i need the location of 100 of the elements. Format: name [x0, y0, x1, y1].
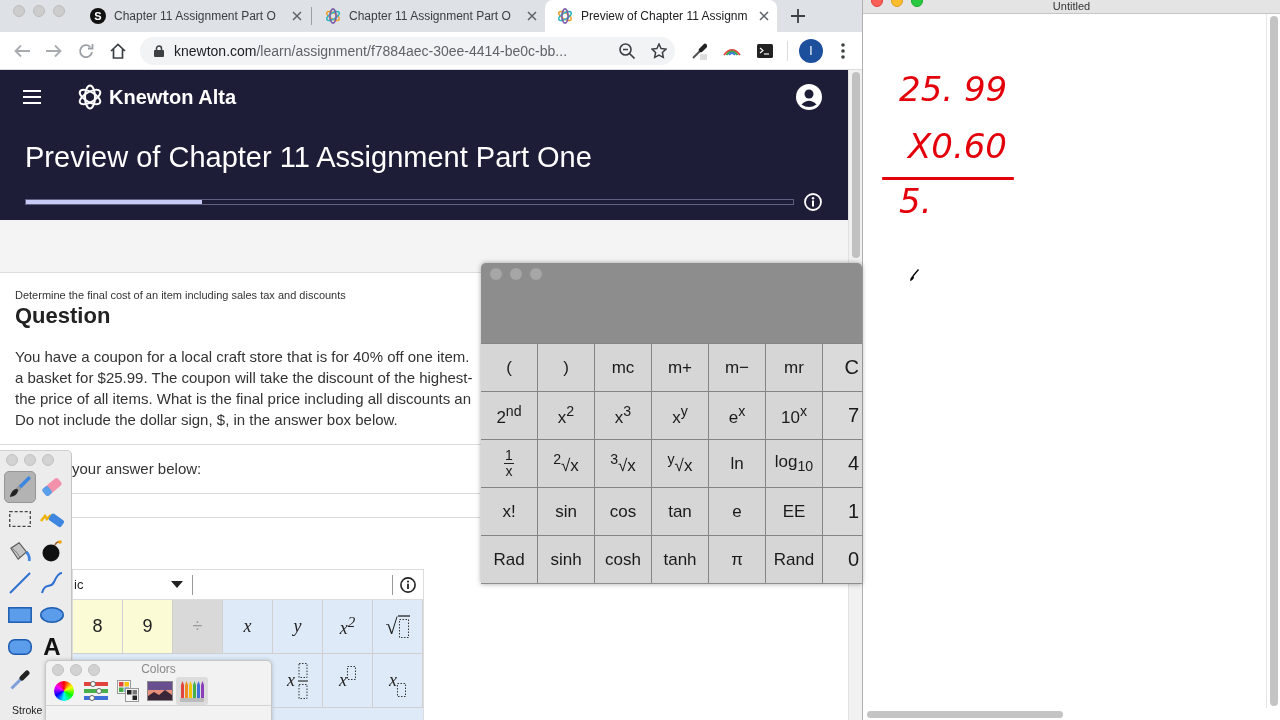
landscape-image-icon: [147, 681, 173, 701]
brush-icon: [9, 476, 31, 498]
rounded-rectangle-icon: [8, 639, 32, 655]
paint-bucket-icon: [9, 540, 31, 562]
terminal-icon[interactable]: [757, 43, 773, 58]
calculator-key[interactable]: x$^{y}$: [652, 391, 709, 439]
question-text: a basket for $25.99. The coupon will take the discount of the highest-: [15, 368, 473, 388]
user-account-icon[interactable]: [796, 84, 822, 110]
calculator-key[interactable]: EE: [766, 487, 823, 535]
address-bar[interactable]: knewton.com/learn/assignment/f7884aec-30ee-4414-be0c-bb...: [140, 36, 675, 65]
calculator-key[interactable]: Rand: [766, 535, 823, 583]
browser-tab[interactable]: S Chapter 11 Assignment Part O: [78, 0, 310, 32]
keypad-key[interactable]: x: [373, 654, 423, 708]
close-icon[interactable]: [527, 11, 537, 21]
calculator-key[interactable]: 0: [823, 535, 862, 583]
calculator-key[interactable]: m+: [652, 343, 709, 391]
window-title: Untitled: [1051, 0, 1092, 12]
calculator-key[interactable]: log$_{10}$: [766, 439, 823, 487]
color-mode-button[interactable]: [176, 677, 208, 705]
calculator-key[interactable]: ): [538, 343, 595, 391]
brand-name: Knewton Alta: [109, 85, 237, 109]
calculator-key[interactable]: mr: [766, 343, 823, 391]
browser-tab[interactable]: Chapter 11 Assignment Part O: [313, 0, 545, 32]
question-text: Do not include the dollar sign, $, in the answer box below.: [15, 410, 398, 430]
menu-dots-icon[interactable]: [841, 42, 845, 59]
browser-tab[interactable]: Preview of Chapter 11 Assignm: [545, 0, 777, 32]
star-icon[interactable]: [651, 42, 667, 59]
calculator-key[interactable]: cosh: [595, 535, 652, 583]
scrollbar-thumb[interactable]: [851, 72, 860, 258]
profile-avatar[interactable]: I: [799, 38, 823, 63]
keypad-key[interactable]: x: [323, 654, 373, 708]
atom-logo-icon: [77, 84, 103, 110]
question-topic: Determine the final cost of an item including sales tax and discounts: [15, 288, 346, 302]
scrollbar-thumb[interactable]: [867, 710, 1063, 718]
eyedropper-icon[interactable]: [691, 41, 707, 60]
url-text: knewton.com/learn/assignment/f7884aec-30ee-4414-be0c-bb...: [174, 42, 569, 59]
handwritten-text: X0.60: [908, 127, 1007, 165]
calculator-key[interactable]: $^{3}$√x: [595, 439, 652, 487]
keypad-key[interactable]: y: [273, 600, 323, 654]
home-icon[interactable]: [110, 42, 126, 59]
calculator-key[interactable]: e: [709, 487, 766, 535]
rectangle-icon: [8, 607, 32, 623]
reload-icon[interactable]: [78, 42, 94, 59]
dotted-box-icon: [397, 614, 410, 639]
question-text: You have a coupon for a local craft store that is for 40% off one item.: [15, 347, 470, 367]
calculator-key[interactable]: sinh: [538, 535, 595, 583]
zoom-out-icon[interactable]: [619, 42, 635, 59]
color-wheel-icon: [54, 681, 74, 701]
calculator-key[interactable]: π: [709, 535, 766, 583]
atom-icon: [557, 8, 573, 24]
sliders-icon: [84, 681, 108, 701]
handwritten-text: 5.: [899, 182, 932, 220]
calculator-key[interactable]: x$^{3}$: [595, 391, 652, 439]
lock-icon: [154, 44, 164, 57]
calculator-key[interactable]: 2$^{nd}$: [481, 391, 538, 439]
keypad-key[interactable]: x: [273, 654, 323, 708]
keypad-key[interactable]: 8: [73, 600, 123, 654]
menu-icon[interactable]: [23, 90, 41, 104]
calculator-key[interactable]: mc: [595, 343, 652, 391]
dotted-box-icon: [347, 666, 356, 680]
stroke-label: Stroke: [11, 703, 43, 717]
calculator-key[interactable]: (: [481, 343, 538, 391]
calculator-key[interactable]: $^{2}$√x: [538, 439, 595, 487]
tool-button[interactable]: A: [36, 631, 68, 663]
answer-field[interactable]: [72, 493, 480, 518]
scrollbar-thumb[interactable]: [1269, 16, 1278, 706]
close-icon[interactable]: [292, 11, 302, 21]
calculator-key[interactable]: 1 x: [481, 439, 538, 487]
info-icon[interactable]: [400, 576, 416, 593]
close-icon[interactable]: [759, 11, 769, 21]
calculator-key[interactable]: 10$^{x}$: [766, 391, 823, 439]
calculator-key[interactable]: $^{y}$√x: [652, 439, 709, 487]
keypad-key[interactable]: x$^{2}$: [323, 600, 373, 654]
ellipse-icon: [40, 607, 64, 623]
calculator-key[interactable]: C: [823, 343, 862, 391]
colored-pencils-icon: [180, 680, 204, 702]
tool-button[interactable]: [4, 471, 36, 503]
calculator-key[interactable]: tan: [652, 487, 709, 535]
calculator-key[interactable]: x!: [481, 487, 538, 535]
calculator-key[interactable]: e$^{x}$: [709, 391, 766, 439]
handwritten-text: 25. 99: [899, 70, 1008, 108]
atom-icon: [325, 8, 341, 24]
calculator-key[interactable]: 7: [823, 391, 862, 439]
window-title: Colors: [140, 662, 177, 676]
calculator-key[interactable]: x$^{2}$: [538, 391, 595, 439]
calculator-key[interactable]: tanh: [652, 535, 709, 583]
calculator-key[interactable]: 1: [823, 487, 862, 535]
keypad-key[interactable]: √: [373, 600, 423, 654]
calculator-key[interactable]: 4: [823, 439, 862, 487]
calculator-key[interactable]: Rad: [481, 535, 538, 583]
calculator-key[interactable]: m−: [709, 343, 766, 391]
calculator-key[interactable]: sin: [538, 487, 595, 535]
keypad-key[interactable]: 9: [123, 600, 173, 654]
calculator-key[interactable]: ln: [709, 439, 766, 487]
back-arrow-icon[interactable]: [14, 42, 30, 59]
calculator-key[interactable]: cos: [595, 487, 652, 535]
forward-arrow-icon[interactable]: [46, 42, 62, 59]
keypad-key[interactable]: x: [223, 600, 273, 654]
line-icon: [9, 572, 31, 594]
new-tab-icon[interactable]: [791, 9, 805, 23]
